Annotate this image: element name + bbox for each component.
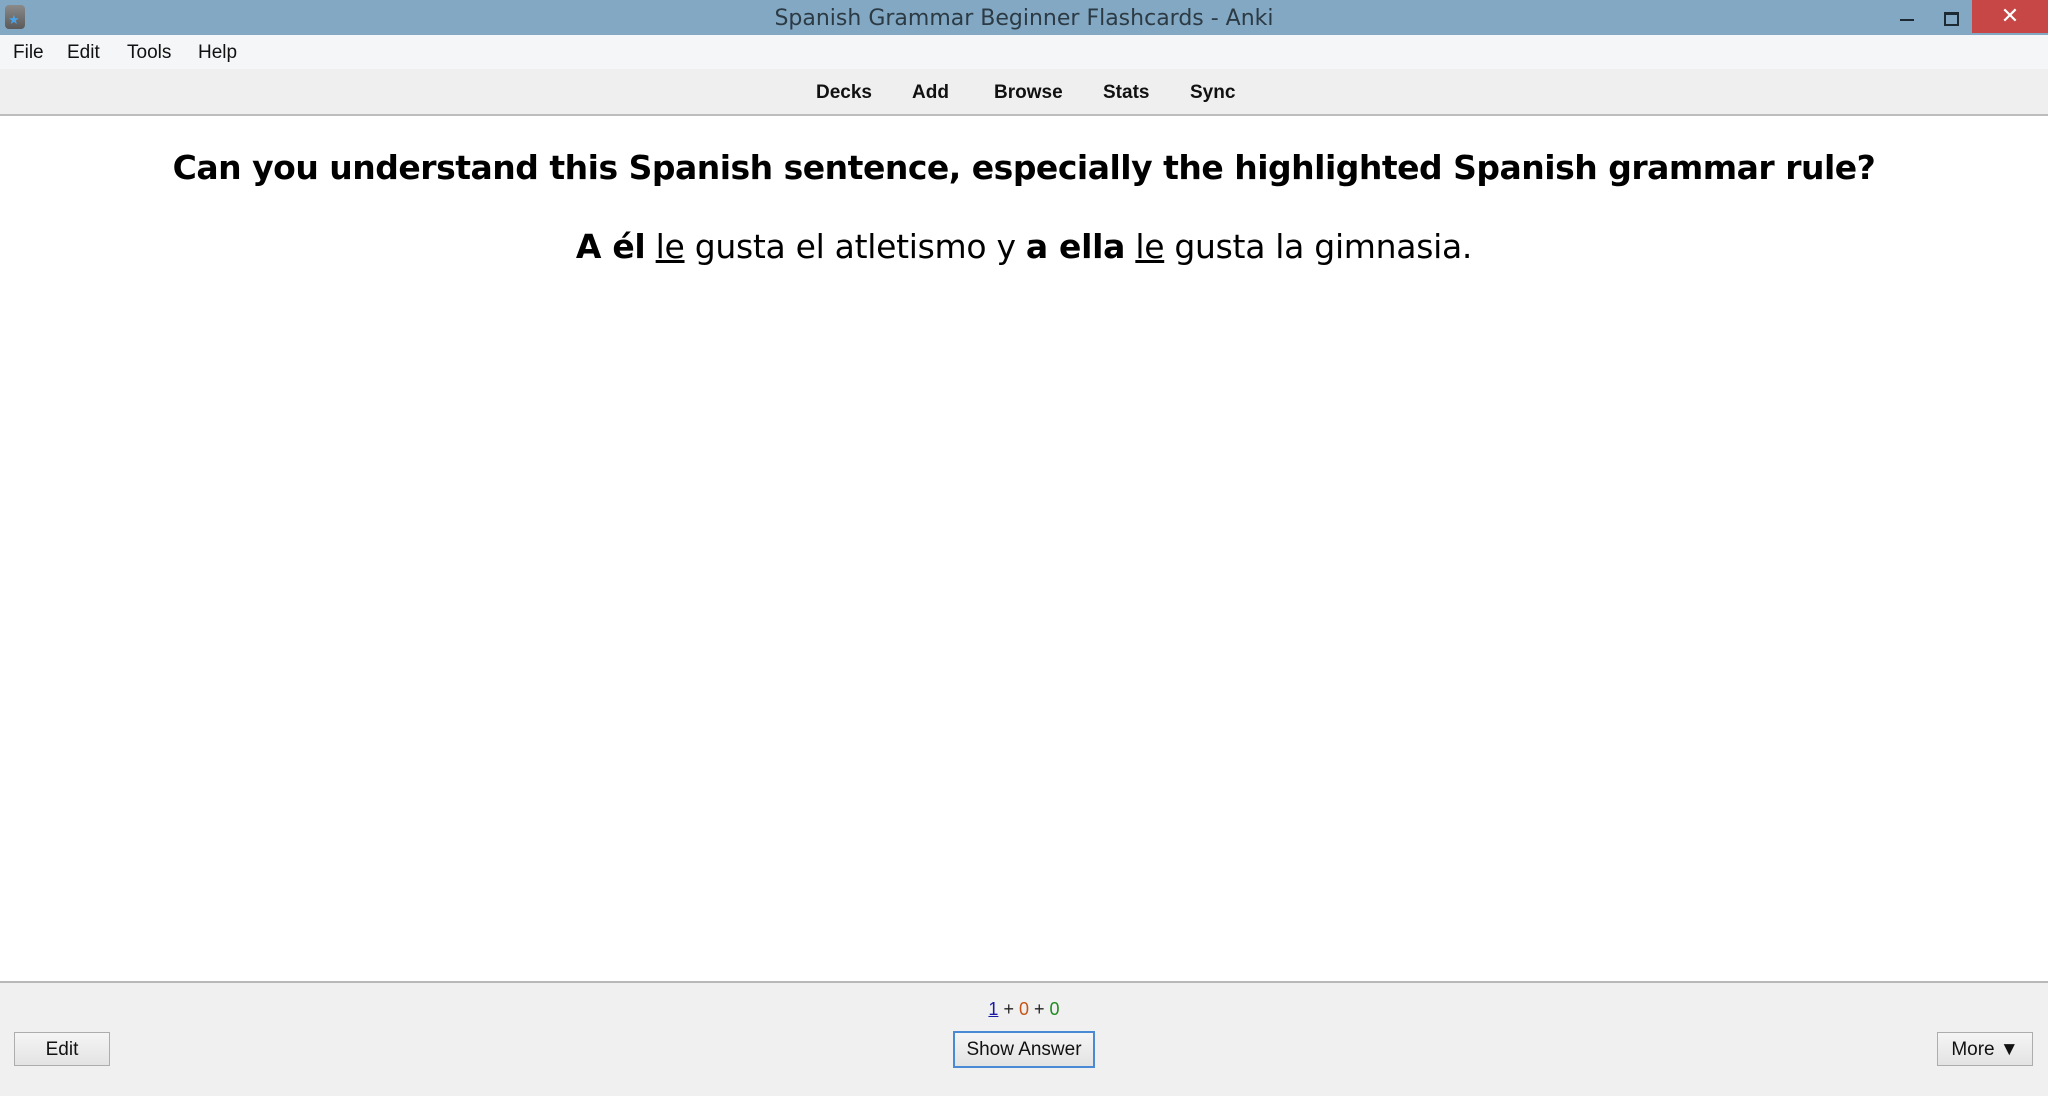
menu-bar: File Edit Tools Help — [0, 35, 2048, 69]
title-bar: ★ Spanish Grammar Beginner Flashcards - … — [0, 0, 2048, 35]
sentence-bold-a-ella: a ella — [1025, 227, 1126, 266]
window-title: Spanish Grammar Beginner Flashcards - An… — [774, 6, 1274, 31]
review-bottom-bar: 1 + 0 + 0 Edit Show Answer More ▼ — [0, 981, 2048, 1096]
sentence-text: gusta el atletismo y — [694, 227, 1016, 266]
restore-button[interactable] — [1930, 0, 1970, 33]
menu-edit[interactable]: Edit — [67, 35, 100, 69]
review-count: 0 — [1049, 999, 1060, 1019]
due-counts: 1 + 0 + 0 — [0, 999, 2048, 1020]
main-toolbar: Decks Add Browse Stats Sync — [0, 69, 2048, 116]
card-question: Can you understand this Spanish sentence… — [172, 148, 1876, 187]
card-sentence: A él le gusta el atletismo y a ella le g… — [0, 227, 2048, 266]
close-button[interactable]: ✕ — [1972, 0, 2048, 33]
toolbar-add[interactable]: Add — [912, 69, 949, 114]
restore-icon — [1944, 12, 1959, 26]
menu-file[interactable]: File — [13, 35, 44, 69]
show-answer-button[interactable]: Show Answer — [953, 1031, 1095, 1068]
more-button[interactable]: More ▼ — [1937, 1032, 2033, 1066]
sentence-highlight-le: le — [655, 227, 685, 266]
count-separator: + — [1003, 999, 1014, 1019]
toolbar-sync[interactable]: Sync — [1190, 69, 1235, 114]
close-icon: ✕ — [2000, 4, 2020, 29]
new-count: 1 — [988, 999, 999, 1019]
sentence-text: gusta la gimnasia. — [1174, 227, 1473, 266]
sentence-highlight-le: le — [1135, 227, 1165, 266]
count-separator: + — [1034, 999, 1045, 1019]
toolbar-decks[interactable]: Decks — [816, 69, 872, 114]
toolbar-stats[interactable]: Stats — [1103, 69, 1149, 114]
learning-count: 0 — [1018, 999, 1029, 1019]
minimize-button[interactable] — [1888, 0, 1926, 33]
sentence-bold-a-el: A él — [575, 227, 646, 266]
menu-tools[interactable]: Tools — [127, 35, 171, 69]
toolbar-browse[interactable]: Browse — [994, 69, 1063, 114]
minimize-icon — [1900, 19, 1914, 21]
edit-button[interactable]: Edit — [14, 1032, 110, 1066]
menu-help[interactable]: Help — [198, 35, 237, 69]
